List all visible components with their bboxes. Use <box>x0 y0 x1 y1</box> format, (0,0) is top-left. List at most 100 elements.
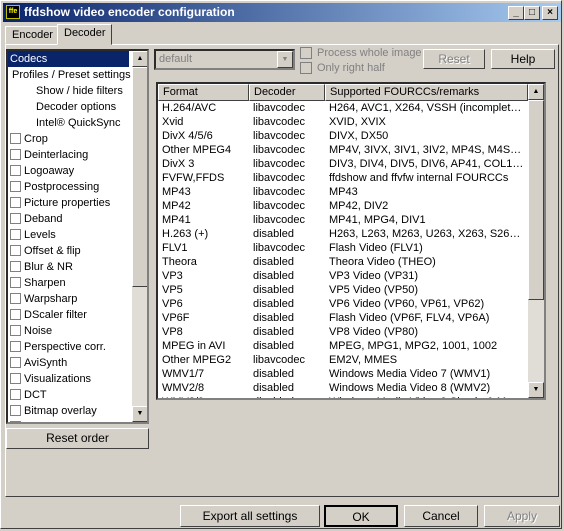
table-row[interactable]: MPEG in AVI disabled MPEG, MPG1, MPG2, 100… <box>158 339 528 353</box>
table-row[interactable]: H.263 (+) disabled H263, L263, M263, U263,… <box>158 227 528 241</box>
cell-format: FVFW,FFDS <box>162 172 225 184</box>
title-bar[interactable]: ffe ffdshow video encoder configuration … <box>3 3 561 22</box>
scroll-down-icon[interactable]: ▼ <box>528 382 544 398</box>
table-row[interactable]: MP43 libavcodec MP43 <box>158 185 528 199</box>
cell-decoder: libavcodec <box>253 144 305 156</box>
cell-decoder: disabled <box>253 228 294 240</box>
reset-button[interactable]: Reset <box>423 49 485 69</box>
table-row[interactable]: Other MPEG4 libavcodec MP4V, 3IVX, 3IV1, 3… <box>158 143 528 157</box>
filter-list[interactable]: Codecs Profiles / Preset settings Show / h… <box>6 49 149 424</box>
cell-fourccs: Flash Video (VP6F, FLV4, VP6A) <box>329 312 490 324</box>
apply-button[interactable]: Apply <box>484 505 560 527</box>
table-row[interactable]: MP41 libavcodec MP41, MPG4, DIV1 <box>158 213 528 227</box>
table-row[interactable]: Theora disabled Theora Video (THEO) <box>158 255 528 269</box>
table-row[interactable]: VP3 disabled VP3 Video (VP31) <box>158 269 528 283</box>
cell-fourccs: VP6 Video (VP60, VP61, VP62) <box>329 298 485 310</box>
cell-fourccs: MP41, MPG4, DIV1 <box>329 214 426 226</box>
cell-decoder: libavcodec <box>253 158 305 170</box>
cell-fourccs: MP43 <box>329 186 358 198</box>
cell-format: Other MPEG4 <box>162 144 232 156</box>
table-row[interactable]: WMV1/7 disabled Windows Media Video 7 (WMV… <box>158 367 528 381</box>
checkbox-box[interactable] <box>10 389 21 400</box>
checkbox-box[interactable] <box>10 373 21 384</box>
checkbox-box[interactable] <box>10 293 21 304</box>
table-scrollbar[interactable]: ▲ ▼ <box>528 84 544 398</box>
cell-format: MP43 <box>162 186 191 198</box>
column-header-fourccs[interactable]: Supported FOURCCs/remarks <box>325 84 528 101</box>
list-scrollbar[interactable]: ▲ ▼ <box>132 51 147 422</box>
cell-format: VP3 <box>162 270 183 282</box>
list-item-label: Show / hide filters <box>36 85 123 97</box>
cell-decoder: libavcodec <box>253 242 305 254</box>
table-row[interactable]: MP42 libavcodec MP42, DIV2 <box>158 199 528 213</box>
only-right-half-label: Only right half <box>317 62 385 74</box>
checkbox-box[interactable] <box>10 341 21 352</box>
cell-decoder: disabled <box>253 395 325 398</box>
checkbox-box[interactable] <box>300 47 312 59</box>
checkbox-box[interactable] <box>10 133 21 144</box>
checkbox-box[interactable] <box>10 181 21 192</box>
checkbox-box[interactable] <box>10 197 21 208</box>
scroll-thumb[interactable] <box>132 67 147 287</box>
list-item-label: Levels <box>24 229 56 241</box>
cancel-button[interactable]: Cancel <box>404 505 478 527</box>
codec-table[interactable]: Format Decoder Supported FOURCCs/remarks… <box>156 82 546 400</box>
table-row[interactable]: FVFW,FFDS libavcodec ffdshow and ffvfw int… <box>158 171 528 185</box>
table-row[interactable]: VP6 disabled VP6 Video (VP60, VP61, VP62) <box>158 297 528 311</box>
cell-fourccs: Flash Video (FLV1) <box>329 242 423 254</box>
checkbox-box[interactable] <box>10 405 21 416</box>
cell-decoder: disabled <box>253 312 294 324</box>
table-row[interactable]: VP6F disabled Flash Video (VP6F, FLV4, VP6… <box>158 311 528 325</box>
checkbox-box[interactable] <box>10 261 21 272</box>
cell-fourccs: Windows Media Video 7 (WMV1) <box>329 368 491 380</box>
close-icon[interactable]: × <box>542 6 558 20</box>
table-row[interactable]: VP5 disabled VP5 Video (VP50) <box>158 283 528 297</box>
scroll-down-icon[interactable]: ▼ <box>132 406 147 422</box>
list-item-label: Postprocessing <box>24 181 100 193</box>
checkbox-box[interactable] <box>300 62 312 74</box>
table-row[interactable]: VP8 disabled VP8 Video (VP80) <box>158 325 528 339</box>
column-header-decoder[interactable]: Decoder <box>249 84 325 101</box>
cell-fourccs: VP5 Video (VP50) <box>329 284 419 296</box>
maximize-icon[interactable]: □ <box>524 6 540 20</box>
table-row[interactable]: DivX 4/5/6 libavcodec DIVX, DX50 <box>158 129 528 143</box>
table-row[interactable]: H.264/AVC libavcodec H264, AVC1, X264, VSS… <box>158 101 528 115</box>
checkbox-box[interactable] <box>10 421 21 422</box>
tab-encoder[interactable]: Encoder <box>5 26 58 44</box>
minimize-icon[interactable]: _ <box>508 6 524 20</box>
tab-decoder[interactable]: Decoder <box>57 24 112 45</box>
chevron-down-icon[interactable]: ▼ <box>277 51 293 68</box>
ok-button[interactable]: OK <box>324 505 398 527</box>
list-item[interactable]: Codecs <box>8 51 129 67</box>
cell-fourccs: MP4V, 3IVX, 3IV1, 3IV2, MP4S, M4S… <box>329 144 522 156</box>
checkbox-box[interactable] <box>10 325 21 336</box>
table-row[interactable]: Xvid libavcodec XVID, XVIX <box>158 115 528 129</box>
table-row[interactable]: WMV2/8 disabled Windows Media Video 8 (WMV… <box>158 381 528 395</box>
preset-combo[interactable]: default ▼ <box>154 49 295 70</box>
cell-fourccs: H264, AVC1, X264, VSSH (incomplet… <box>329 102 522 114</box>
export-all-settings-button[interactable]: Export all settings <box>180 505 320 527</box>
table-row[interactable]: Other MPEG2 libavcodec EM2V, MMES <box>158 353 528 367</box>
checkbox-box[interactable] <box>10 213 21 224</box>
scroll-thumb[interactable] <box>528 100 544 300</box>
checkbox-box[interactable] <box>10 245 21 256</box>
table-row[interactable]: FLV1 libavcodec Flash Video (FLV1) <box>158 241 528 255</box>
scroll-up-icon[interactable]: ▲ <box>528 84 544 100</box>
help-button[interactable]: Help <box>491 49 555 69</box>
table-row[interactable]: DivX 3 libavcodec DIV3, DIV4, DIV5, DIV6, … <box>158 157 528 171</box>
checkbox-box[interactable] <box>10 165 21 176</box>
scroll-up-icon[interactable]: ▲ <box>132 51 147 67</box>
cell-format: WMV3/9 <box>162 395 249 398</box>
column-header-format[interactable]: Format <box>158 84 249 101</box>
checkbox-box[interactable] <box>10 277 21 288</box>
cell-decoder: libavcodec <box>253 130 305 142</box>
cell-format: H.264/AVC <box>162 102 217 114</box>
cell-decoder: libavcodec <box>253 172 305 184</box>
table-row[interactable]: WMV3/9 disabled Windows Media Video 9 Simp… <box>158 395 528 398</box>
checkbox-box[interactable] <box>10 357 21 368</box>
checkbox-box[interactable] <box>10 149 21 160</box>
list-item-label: DScaler filter <box>24 309 87 321</box>
reset-order-button[interactable]: Reset order <box>6 428 149 449</box>
checkbox-box[interactable] <box>10 229 21 240</box>
checkbox-box[interactable] <box>10 309 21 320</box>
